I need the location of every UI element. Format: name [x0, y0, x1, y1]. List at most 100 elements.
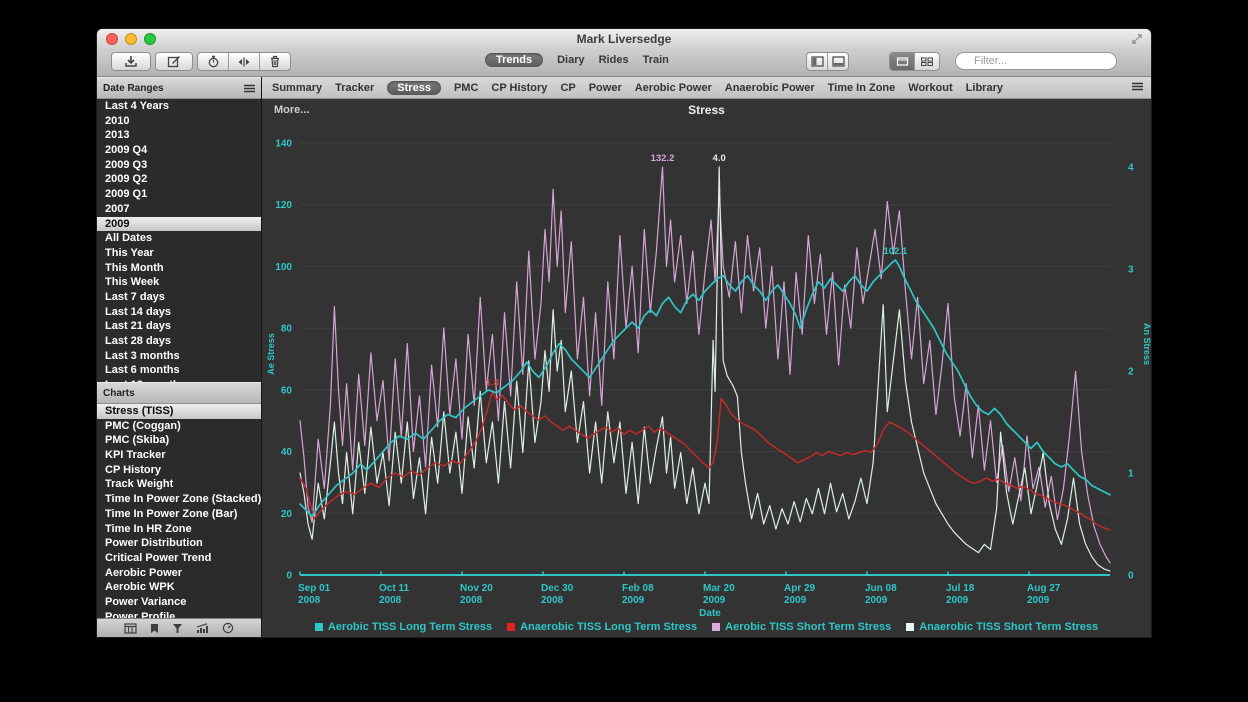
stress-chart: Sep 012008Oct 112008Nov 202008Dec 302008…	[262, 99, 1152, 622]
date-range-item[interactable]: 2013	[97, 128, 261, 143]
svg-text:2008: 2008	[541, 595, 564, 606]
trends-tab[interactable]: Anaerobic Power	[725, 82, 815, 94]
legend-swatch	[906, 623, 914, 631]
chart-item[interactable]: Aerobic WPK	[97, 580, 261, 595]
chart-item[interactable]: Power Variance	[97, 595, 261, 610]
chart-item[interactable]: Time In Power Zone (Stacked)	[97, 492, 261, 507]
filter-input[interactable]	[972, 54, 1118, 68]
chart-item[interactable]: Stress (TISS)	[97, 404, 261, 419]
funnel-icon[interactable]	[172, 623, 183, 634]
chart-item[interactable]: Time In Power Zone (Bar)	[97, 507, 261, 522]
svg-text:Ae Stress: Ae Stress	[266, 333, 276, 375]
split-button[interactable]	[229, 53, 260, 70]
date-range-item[interactable]: This Year	[97, 246, 261, 261]
chart-item[interactable]: PMC (Coggan)	[97, 419, 261, 434]
trends-tab[interactable]: Workout	[908, 82, 952, 94]
tabbed-view-button[interactable]	[890, 53, 915, 70]
bottombar-toggle-button[interactable]	[828, 53, 848, 70]
date-range-item[interactable]: Last 3 months	[97, 349, 261, 364]
chart-item[interactable]: Time In HR Zone	[97, 522, 261, 537]
legend-swatch	[712, 623, 720, 631]
chart-menu-icon[interactable]	[1132, 82, 1143, 91]
tabbed-view-icon	[896, 56, 909, 67]
legend-swatch	[315, 623, 323, 631]
tiled-view-button[interactable]	[915, 53, 939, 70]
close-button[interactable]	[106, 33, 118, 45]
chart-item[interactable]: Power Profile	[97, 610, 261, 618]
date-range-item[interactable]: Last 7 days	[97, 290, 261, 305]
view-tab[interactable]: Train	[643, 54, 669, 66]
minimize-button[interactable]	[125, 33, 137, 45]
bookmark-icon[interactable]	[150, 623, 159, 634]
trends-tab[interactable]: CP History	[491, 82, 547, 94]
date-range-item[interactable]: Last 28 days	[97, 334, 261, 349]
chart-item[interactable]: Aerobic Power	[97, 566, 261, 581]
zoom-button[interactable]	[144, 33, 156, 45]
stopwatch-button[interactable]	[198, 53, 229, 70]
view-tab[interactable]: Diary	[557, 54, 585, 66]
date-range-item[interactable]: 2009 Q1	[97, 187, 261, 202]
chart-item[interactable]: Track Weight	[97, 477, 261, 492]
legend-item: Aerobic TISS Short Term Stress	[712, 621, 891, 633]
date-range-item[interactable]: Last 4 Years	[97, 99, 261, 114]
trends-tab[interactable]: Stress	[387, 81, 441, 95]
date-range-item[interactable]: Last 6 months	[97, 363, 261, 378]
trends-tab[interactable]: CP	[560, 82, 575, 94]
trends-tab[interactable]: PMC	[454, 82, 478, 94]
svg-text:0: 0	[1128, 571, 1134, 582]
svg-text:Oct 11: Oct 11	[379, 583, 409, 594]
chart-item[interactable]: Power Distribution	[97, 536, 261, 551]
legend-label: Aerobic TISS Long Term Stress	[328, 621, 492, 633]
chart-item[interactable]: Critical Power Trend	[97, 551, 261, 566]
trends-tab[interactable]: Time In Zone	[828, 82, 896, 94]
trends-tab[interactable]: Tracker	[335, 82, 374, 94]
chart-item[interactable]: KPI Tracker	[97, 448, 261, 463]
date-range-item[interactable]: All Dates	[97, 231, 261, 246]
sidebar-toggle-button[interactable]	[807, 53, 828, 70]
chart-item[interactable]: CP History	[97, 463, 261, 478]
edit-button[interactable]	[155, 52, 193, 71]
view-tab[interactable]: Trends	[485, 53, 543, 67]
date-range-item[interactable]: 2009	[97, 217, 261, 232]
charts-header: Charts	[97, 382, 261, 404]
svg-text:Mar 20: Mar 20	[703, 583, 735, 594]
svg-text:Jun 08: Jun 08	[865, 583, 897, 594]
date-range-item[interactable]: 2010	[97, 114, 261, 129]
svg-text:132.2: 132.2	[651, 153, 675, 164]
menu-icon[interactable]	[244, 84, 255, 93]
calendar-icon[interactable]	[124, 623, 137, 634]
bars-icon[interactable]	[196, 623, 209, 634]
panel-toggles	[806, 52, 849, 71]
trends-tab[interactable]: Summary	[272, 82, 322, 94]
svg-text:2009: 2009	[622, 595, 645, 606]
filter-field[interactable]	[955, 52, 1117, 70]
import-icon	[124, 55, 138, 68]
gauge-icon[interactable]	[222, 622, 234, 634]
date-range-item[interactable]: 2009 Q2	[97, 172, 261, 187]
expand-icon[interactable]	[1131, 33, 1143, 45]
svg-text:2: 2	[1128, 367, 1134, 378]
trends-tab[interactable]: Power	[589, 82, 622, 94]
app-window: Mark Liversedge	[96, 28, 1152, 638]
trends-tab[interactable]: Aerobic Power	[635, 82, 712, 94]
bottombar-toggle-icon	[832, 56, 845, 67]
date-range-item[interactable]: Last 14 days	[97, 305, 261, 320]
date-range-item[interactable]: 2007	[97, 202, 261, 217]
svg-text:4: 4	[1128, 163, 1134, 174]
svg-text:140: 140	[275, 139, 292, 150]
chart-pane: More... Stress Sep 012008Oct 112008Nov 2…	[262, 99, 1151, 637]
svg-text:100: 100	[275, 262, 292, 273]
date-range-item[interactable]: This Month	[97, 261, 261, 276]
date-range-item[interactable]: 2009 Q4	[97, 143, 261, 158]
view-tab[interactable]: Rides	[599, 54, 629, 66]
date-range-item[interactable]: 2009 Q3	[97, 158, 261, 173]
delete-button[interactable]	[260, 53, 290, 70]
trends-tab[interactable]: Library	[966, 82, 1003, 94]
date-range-item[interactable]: This Week	[97, 275, 261, 290]
import-button[interactable]	[111, 52, 151, 71]
date-range-item[interactable]: Last 21 days	[97, 319, 261, 334]
chart-item[interactable]: PMC (Skiba)	[97, 433, 261, 448]
svg-text:1.8: 1.8	[486, 377, 499, 388]
screen: Mark Liversedge	[0, 0, 1248, 702]
trash-icon	[269, 55, 281, 68]
